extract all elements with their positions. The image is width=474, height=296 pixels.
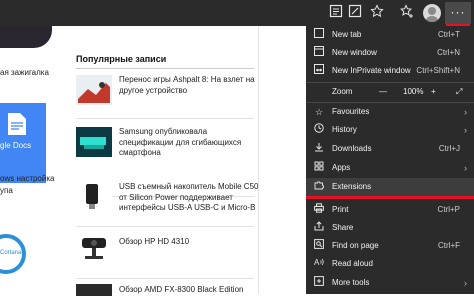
article-title[interactable]: USB съемный накопитель Mobile C50 от Sil… xyxy=(119,182,259,214)
article-item[interactable]: Обзор HP HD 4310 xyxy=(76,234,254,270)
left-snippet-3[interactable]: упа xyxy=(0,186,13,195)
menu-item-label: Favourites xyxy=(332,107,370,116)
menu-item-label: Apps xyxy=(332,163,351,172)
article-thumbnail[interactable] xyxy=(76,234,112,264)
settings-and-more-button[interactable]: ··· xyxy=(445,2,471,24)
star-icon: ☆ xyxy=(314,107,324,117)
fullscreen-icon[interactable]: ⤢ xyxy=(456,82,462,102)
menu-item-label: Share xyxy=(332,223,354,232)
chevron-right-icon: › xyxy=(464,107,467,117)
article-divider xyxy=(76,118,254,119)
menu-item-label: New window xyxy=(332,48,377,57)
new-window-icon xyxy=(312,44,326,62)
menu-item-more-tools[interactable]: More tools › xyxy=(306,274,474,292)
chevron-right-icon: › xyxy=(464,163,467,173)
zoom-level: 100% xyxy=(403,87,424,96)
article-thumbnail[interactable] xyxy=(76,182,112,212)
article-thumbnail[interactable] xyxy=(76,75,112,105)
profile-avatar[interactable] xyxy=(423,4,441,22)
favorites-icon[interactable] xyxy=(398,4,416,22)
docs-tile[interactable]: gle Docs xyxy=(0,103,46,183)
menu-item-shortcut: Ctrl+F xyxy=(438,241,460,250)
menu-item-new-window[interactable]: New window Ctrl+N xyxy=(306,44,474,62)
article-title[interactable]: Перенос игры Ashpalt 8: На взлет на друг… xyxy=(119,75,259,96)
article-thumbnail[interactable] xyxy=(76,284,112,296)
menu-item-history[interactable]: History › xyxy=(306,121,474,139)
avatar-head xyxy=(428,7,436,15)
cortana-tile[interactable]: Cortana xyxy=(0,230,36,278)
inprivate-icon xyxy=(312,62,326,80)
menu-item-label: Extensions xyxy=(332,182,372,191)
docs-icon xyxy=(8,113,26,135)
menu-item-label: Find on page xyxy=(332,241,379,250)
section-title: Популярные записи xyxy=(76,54,167,64)
menu-item-find[interactable]: Find on page Ctrl+F xyxy=(306,237,474,255)
menu-item-label: History xyxy=(332,125,357,134)
menu-item-extensions[interactable]: Extensions xyxy=(306,178,474,196)
reading-view-icon[interactable] xyxy=(327,4,345,22)
left-column: ая зажигалка gle Docs ows настройка упа … xyxy=(0,26,64,294)
cortana-label: Cortana xyxy=(0,250,22,256)
article-title[interactable]: Обзор HP HD 4310 xyxy=(119,237,259,248)
article-item[interactable]: Перенос игры Ashpalt 8: На взлет на друг… xyxy=(76,75,255,111)
article-item[interactable]: Обзор AMD FX-8300 Black Edition xyxy=(76,284,254,296)
menu-item-read-aloud[interactable]: A Read aloud xyxy=(306,255,474,273)
more-tools-icon xyxy=(312,274,326,292)
menu-item-new-inprivate[interactable]: New InPrivate window Ctrl+Shift+N xyxy=(306,62,474,80)
menu-item-downloads[interactable]: Downloads Ctrl+J xyxy=(306,140,474,158)
menu-item-apps[interactable]: Apps › xyxy=(306,159,474,177)
browser-toolbar: ··· xyxy=(0,0,474,26)
menu-item-label: Print xyxy=(332,205,349,214)
left-snippet-1[interactable]: ая зажигалка xyxy=(0,68,49,77)
history-icon xyxy=(312,121,326,139)
article-thumbnail[interactable] xyxy=(76,127,112,157)
menu-item-shortcut: Ctrl+T xyxy=(438,30,460,39)
left-snippet-2[interactable]: ows настройка xyxy=(0,174,54,183)
article-divider xyxy=(76,226,254,227)
menu-item-label: More tools xyxy=(332,278,370,287)
menu-item-label: New InPrivate window xyxy=(332,66,411,75)
web-page: ая зажигалка gle Docs ows настройка упа … xyxy=(0,26,306,296)
extensions-icon xyxy=(312,178,326,196)
article-title[interactable]: Samsung опубликовала спецификации для сг… xyxy=(119,127,259,159)
menu-item-label: Read aloud xyxy=(332,259,373,268)
apps-icon xyxy=(312,159,326,177)
column-divider xyxy=(258,26,259,294)
menu-item-shortcut: Ctrl+Shift+N xyxy=(416,66,460,75)
left-image-dark[interactable] xyxy=(0,26,52,48)
article-item[interactable]: USB съемный накопитель Mobile C50 от Sil… xyxy=(76,182,258,218)
chevron-right-icon: › xyxy=(464,125,467,135)
menu-item-new-tab[interactable]: New tab Ctrl+T xyxy=(306,26,474,44)
extensions-highlight-bar xyxy=(306,196,474,199)
zoom-out-button[interactable]: — xyxy=(379,82,387,102)
chevron-right-icon: › xyxy=(464,278,467,288)
share-icon xyxy=(312,219,326,237)
svg-text:A: A xyxy=(314,258,320,267)
print-icon xyxy=(312,201,326,219)
menu-item-share[interactable]: Share xyxy=(306,219,474,237)
read-aloud-icon: A xyxy=(312,255,326,273)
new-tab-icon xyxy=(312,26,326,44)
menu-item-favourites[interactable]: ☆ Favourites › xyxy=(306,103,474,121)
web-note-icon[interactable] xyxy=(346,4,364,22)
menu-item-shortcut: Ctrl+N xyxy=(437,48,460,57)
docs-label: gle Docs xyxy=(0,141,32,150)
star-icon[interactable] xyxy=(368,4,386,22)
menu-item-print[interactable]: Print Ctrl+P xyxy=(306,201,474,219)
menu-item-zoom: Zoom — 100% + ⤢ xyxy=(306,82,474,102)
menu-item-label: Downloads xyxy=(332,144,372,153)
section-title-rule xyxy=(76,68,254,69)
avatar-shoulders xyxy=(425,16,439,22)
zoom-in-button[interactable]: + xyxy=(431,82,436,102)
menu-item-shortcut: Ctrl+P xyxy=(437,205,460,214)
settings-menu: New tab Ctrl+T New window Ctrl+N New InP… xyxy=(306,26,474,294)
download-icon xyxy=(312,140,326,158)
menu-item-shortcut: Ctrl+J xyxy=(438,144,460,153)
menu-item-label: Zoom xyxy=(332,87,353,96)
menu-item-label: New tab xyxy=(332,30,362,39)
article-divider xyxy=(76,278,254,279)
article-item[interactable]: Samsung опубликовала спецификации для сг… xyxy=(76,127,254,163)
find-icon xyxy=(312,237,326,255)
